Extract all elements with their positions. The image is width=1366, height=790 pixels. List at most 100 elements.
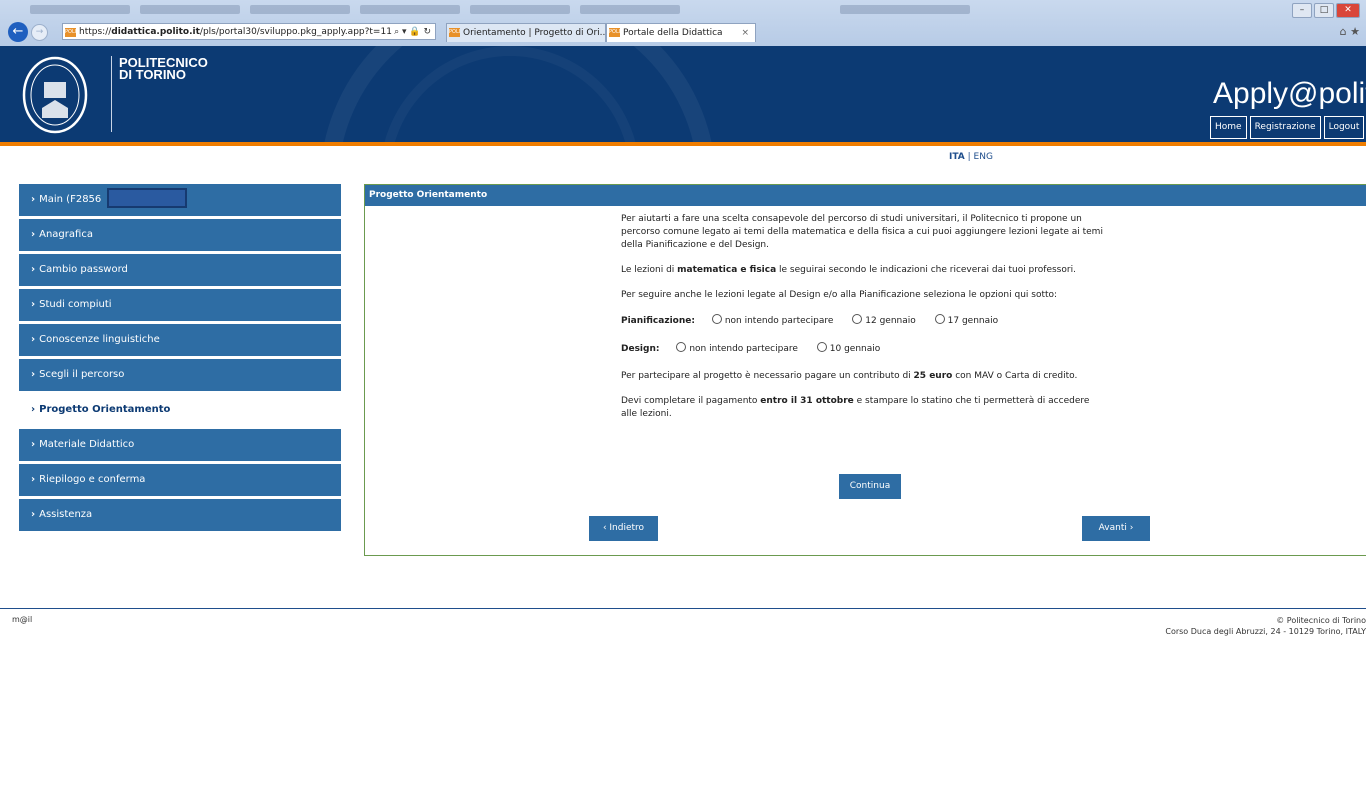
- sidebar-item-materiale-didattico[interactable]: › Materiale Didattico: [19, 429, 341, 461]
- chevron-right-icon: ›: [31, 334, 36, 345]
- panel-body: Per aiutarti a fare una scelta consapevo…: [621, 213, 1121, 433]
- sidebar-item-label: Riepilogo e conferma: [39, 474, 146, 485]
- tab-label: Orientamento | Progetto di Ori...: [463, 28, 606, 38]
- maximize-icon[interactable]: □: [1314, 3, 1334, 18]
- fee-bold: 25 euro: [913, 371, 953, 381]
- close-tab-icon[interactable]: ×: [741, 24, 749, 42]
- sidebar-item-label: Progetto Orientamento: [39, 404, 171, 415]
- panel-title: Progetto Orientamento: [365, 185, 1366, 206]
- radio-button[interactable]: [934, 314, 945, 324]
- sidebar-item-scegli-percorso[interactable]: › Scegli il percorso: [19, 359, 341, 391]
- sidebar-item-label: Materiale Didattico: [39, 439, 135, 450]
- address-bar[interactable]: POLI https://didattica.polito.it/pls/por…: [62, 23, 436, 40]
- lang-separator: |: [964, 152, 974, 162]
- navigation-bar: ← → POLI https://didattica.polito.it/pls…: [0, 21, 1366, 45]
- design-option-10-gennaio[interactable]: 10 gennaio: [816, 342, 881, 354]
- sidebar-item-studi-compiuti[interactable]: › Studi compiuti: [19, 289, 341, 321]
- next-label: Avanti: [1098, 523, 1127, 533]
- sidebar-item-anagrafica[interactable]: › Anagrafica: [19, 219, 341, 251]
- sidebar-item-label: Main (F2856: [39, 194, 102, 205]
- sidebar-item-label: Studi compiuti: [39, 299, 112, 310]
- sidebar-menu: › Main (F2856 › Anagrafica › Cambio passwor…: [19, 184, 341, 534]
- tab-orientamento[interactable]: POLI Orientamento | Progetto di Ori...: [446, 23, 606, 42]
- sidebar-item-conoscenze-linguistiche[interactable]: › Conoscenze linguistiche: [19, 324, 341, 356]
- url-domain: didattica.polito.it: [111, 27, 200, 37]
- design-option-none[interactable]: non intendo partecipare: [676, 342, 798, 354]
- polito-favicon-icon: POLI: [609, 28, 621, 37]
- header-accent-bar: [0, 142, 1366, 146]
- pianificazione-options: Pianificazione: non intendo partecipare …: [621, 314, 1121, 328]
- tab-portale-didattica[interactable]: POLI Portale della Didattica ×: [606, 23, 756, 42]
- home-star-icon[interactable]: ⌂ ★: [1340, 25, 1360, 38]
- home-button[interactable]: Home: [1210, 116, 1247, 139]
- search-lock-refresh-icon[interactable]: ⌕ ▾ 🔒 ↻: [394, 24, 431, 39]
- brand-line-2: DI TORINO: [119, 67, 186, 82]
- sidebar-item-progetto-orientamento[interactable]: › Progetto Orientamento: [19, 394, 341, 426]
- design-options: Design: non intendo partecipare 10 genna…: [621, 342, 1121, 356]
- mail-link[interactable]: m@il: [12, 615, 32, 624]
- deadline-bold: entro il 31 ottobre: [760, 396, 854, 406]
- radio-button[interactable]: [852, 314, 863, 324]
- pianificazione-option-none[interactable]: non intendo partecipare: [711, 314, 834, 326]
- logout-button[interactable]: Logout: [1323, 116, 1365, 139]
- redacted-box: [107, 188, 187, 208]
- lessons-post: le seguirai secondo le indicazioni che r…: [776, 265, 1076, 275]
- intro-text: Per aiutarti a fare una scelta consapevo…: [621, 214, 1103, 250]
- sidebar-item-label: Scegli il percorso: [39, 369, 125, 380]
- lang-ita-link[interactable]: ITA: [949, 152, 965, 162]
- copyright-text: © Politecnico di Torino: [1276, 616, 1366, 625]
- site-header: POLITECNICO DI TORINO Apply@polito Home …: [0, 46, 1366, 144]
- language-switcher: ITA | ENG: [949, 152, 993, 162]
- minimize-icon[interactable]: –: [1292, 3, 1312, 18]
- sidebar-item-riepilogo[interactable]: › Riepilogo e conferma: [19, 464, 341, 496]
- sidebar-item-cambio-password[interactable]: › Cambio password: [19, 254, 341, 286]
- chevron-right-icon: ›: [31, 229, 36, 240]
- chevron-right-icon: ›: [31, 264, 36, 275]
- chevron-right-icon: ›: [31, 404, 36, 415]
- address-text: Corso Duca degli Abruzzi, 24 - 10129 Tor…: [1165, 627, 1366, 636]
- sidebar-item-label: Conoscenze linguistiche: [39, 334, 160, 345]
- back-button[interactable]: ‹ Indietro: [589, 516, 658, 541]
- next-button[interactable]: Avanti ›: [1082, 516, 1150, 541]
- header-nav: Home Registrazione Logout: [1210, 116, 1365, 139]
- pianificazione-option-17-gennaio[interactable]: 17 gennaio: [934, 314, 998, 326]
- app-title: Apply@polito: [1213, 77, 1366, 110]
- deadline-pre: Devi completare il pagamento: [621, 396, 761, 406]
- close-icon[interactable]: ✕: [1336, 3, 1360, 18]
- brand-name: POLITECNICO DI TORINO: [119, 56, 208, 82]
- polito-favicon-icon: POLI: [65, 28, 77, 37]
- sidebar-item-label: Cambio password: [39, 264, 128, 275]
- back-label: Indietro: [609, 523, 645, 533]
- footer-copyright: © Politecnico di Torino Corso Duca degli…: [1165, 615, 1366, 637]
- fee-text: Per partecipare al progetto è necessario…: [621, 370, 1121, 383]
- sidebar-item-assistenza[interactable]: › Assistenza: [19, 499, 341, 531]
- option-label: non intendo partecipare: [724, 316, 834, 326]
- radio-button[interactable]: [676, 342, 687, 352]
- chevron-right-icon: ›: [31, 509, 36, 520]
- pianificazione-option-12-gennaio[interactable]: 12 gennaio: [852, 314, 916, 326]
- chevron-right-icon: ›: [31, 299, 36, 310]
- sidebar-item-label: Assistenza: [39, 509, 93, 520]
- radio-button[interactable]: [816, 342, 827, 352]
- lessons-text: Le lezioni di matematica e fisica le seg…: [621, 264, 1121, 277]
- chevron-right-icon: ›: [31, 369, 36, 380]
- browser-chrome: – □ ✕ ← → POLI https://didattica.polito.…: [0, 0, 1366, 46]
- polito-favicon-icon: POLI: [449, 28, 461, 37]
- window-controls: – □ ✕: [1292, 3, 1360, 18]
- continue-button[interactable]: Continua: [839, 474, 901, 499]
- select-text: Per seguire anche le lezioni legate al D…: [621, 290, 1058, 300]
- chevron-right-icon: ›: [31, 194, 36, 205]
- url-path: /pls/portal30/sviluppo.pkg_apply.app?t=1…: [199, 27, 392, 37]
- lang-eng-link[interactable]: ENG: [974, 152, 993, 162]
- radio-button[interactable]: [711, 314, 722, 324]
- sidebar-item-label: Anagrafica: [39, 229, 93, 240]
- back-arrow-icon[interactable]: ←: [8, 22, 28, 42]
- forward-arrow-icon[interactable]: →: [31, 24, 48, 41]
- option-label: 10 gennaio: [829, 344, 881, 354]
- sidebar-item-main[interactable]: › Main (F2856: [19, 184, 341, 216]
- main-panel: Progetto Orientamento Per aiutarti a far…: [364, 184, 1366, 556]
- fee-post: con MAV o Carta di credito.: [952, 371, 1078, 381]
- registrazione-button[interactable]: Registrazione: [1249, 116, 1321, 139]
- politecnico-seal-icon: [22, 56, 88, 134]
- option-label: 12 gennaio: [865, 316, 916, 326]
